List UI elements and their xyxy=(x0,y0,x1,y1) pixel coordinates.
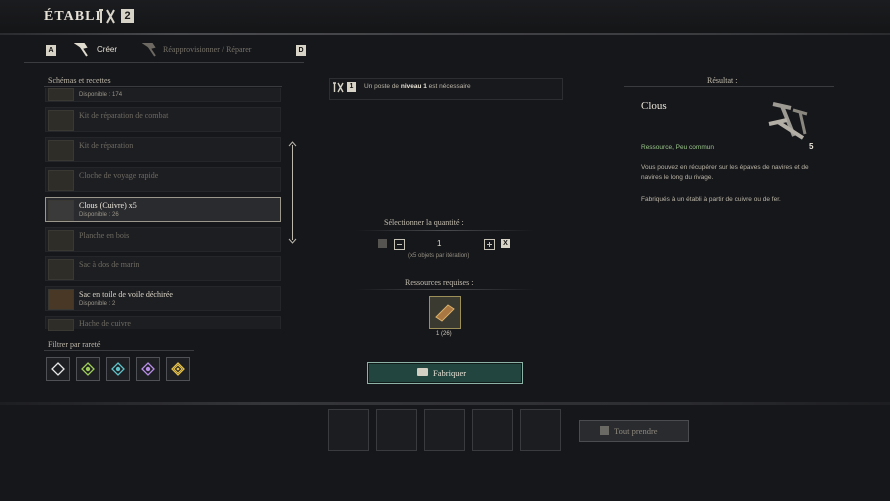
item-thumbnail xyxy=(48,140,74,161)
item-thumbnail xyxy=(48,230,74,251)
recipe-available: Disponible : 2 xyxy=(79,301,116,307)
recipe-name: Hache de cuivre xyxy=(79,319,131,328)
tab-repair[interactable]: Réapprovisionner / Réparer xyxy=(163,45,251,54)
schemas-divider xyxy=(44,86,282,87)
gem-icon xyxy=(171,362,185,376)
gem-icon xyxy=(81,362,95,376)
recipe-item[interactable]: Disponible : 174 xyxy=(45,88,281,102)
result-title: Résultat : xyxy=(707,76,738,85)
increase-button[interactable] xyxy=(484,239,495,250)
resource-count: 1 (26) xyxy=(436,331,452,337)
nails-icon xyxy=(768,102,808,140)
result-description: Vous pouvez en récupérer sur les épaves … xyxy=(641,164,809,181)
decrease-button[interactable] xyxy=(394,239,405,250)
tab-divider xyxy=(24,62,304,63)
recipe-name: Sac en toile de voile déchirée xyxy=(79,290,173,299)
quantity-note: (x5 objets par itération) xyxy=(408,253,470,259)
recipe-available: Disponible : 174 xyxy=(79,92,123,98)
decrease-key xyxy=(378,239,387,248)
recipe-name: Kit de réparation xyxy=(79,141,134,150)
recipe-name: Clous (Cuivre) x5 xyxy=(79,201,137,210)
scroll-arrows-icon xyxy=(288,141,297,244)
minus-icon xyxy=(397,244,402,245)
requirement-level-badge: 1 xyxy=(347,82,356,92)
recipe-item[interactable]: Hache de cuivre xyxy=(45,316,281,331)
recipe-item[interactable]: Cloche de voyage rapide xyxy=(45,167,281,192)
keyboard-key-icon xyxy=(417,368,428,376)
recipe-name: Sac à dos de marin xyxy=(79,260,140,269)
gem-icon xyxy=(111,362,125,376)
repair-hammer-icon xyxy=(142,43,156,57)
resources-title: Ressources requises : xyxy=(405,278,474,287)
resource-slot[interactable] xyxy=(429,296,461,329)
result-divider xyxy=(624,86,834,87)
rarity-filter-common[interactable] xyxy=(46,357,70,381)
output-slot[interactable] xyxy=(424,409,465,451)
take-all-label: Tout prendre xyxy=(614,426,658,436)
resources-divider xyxy=(356,289,534,290)
output-slot[interactable] xyxy=(376,409,417,451)
workbench-tools-icon xyxy=(333,82,344,93)
filter-divider xyxy=(44,350,194,351)
gem-icon xyxy=(141,362,155,376)
output-slot[interactable] xyxy=(472,409,513,451)
recipe-item[interactable]: Sac à dos de marin xyxy=(45,256,281,281)
plus-icon-vertical xyxy=(489,242,490,247)
copper-ingot-icon xyxy=(435,304,455,322)
take-all-key-icon xyxy=(600,426,609,435)
rarity-filter-epic[interactable] xyxy=(136,357,160,381)
requirement-text: Un poste de niveau 1 est nécessaire xyxy=(364,83,471,90)
recipe-available: Disponible : 26 xyxy=(79,212,119,218)
schemas-header: Schémas et recettes xyxy=(48,76,111,85)
diamond-icon xyxy=(51,362,65,376)
recipe-item[interactable]: Sac en toile de voile déchirée Disponibl… xyxy=(45,286,281,311)
quantity-divider xyxy=(356,230,534,231)
output-slot[interactable] xyxy=(520,409,561,451)
prev-tab-key[interactable]: A xyxy=(46,45,56,56)
workbench-level-badge: 2 xyxy=(121,9,134,23)
filter-header: Filtrer par rareté xyxy=(48,340,101,349)
header-divider xyxy=(0,33,890,35)
item-thumbnail xyxy=(48,170,74,191)
recipe-item[interactable]: Planche en bois xyxy=(45,227,281,252)
recipe-item[interactable]: Kit de réparation de combat xyxy=(45,107,281,132)
quantity-value[interactable]: 1 xyxy=(437,239,441,248)
item-thumbnail xyxy=(48,259,74,280)
craft-button-label: Fabriquer xyxy=(433,368,467,378)
workbench-tools-icon xyxy=(99,9,115,24)
increase-key: X xyxy=(501,239,510,248)
item-thumbnail xyxy=(48,110,74,131)
recipe-name: Planche en bois xyxy=(79,231,130,240)
result-item-type: Ressource, Peu commun xyxy=(641,144,714,151)
next-tab-key[interactable]: D xyxy=(296,45,306,56)
result-item-name: Clous xyxy=(641,100,667,112)
hammer-icon xyxy=(74,43,88,57)
recipe-name: Kit de réparation de combat xyxy=(79,111,169,120)
rarity-filter-legendary[interactable] xyxy=(166,357,190,381)
bag-thumbnail xyxy=(48,289,74,310)
result-quantity: 5 xyxy=(809,142,814,151)
tab-create[interactable]: Créer xyxy=(97,45,117,54)
quantity-title: Sélectionner la quantité : xyxy=(384,218,464,227)
rarity-filter-uncommon[interactable] xyxy=(76,357,100,381)
item-thumbnail xyxy=(48,319,74,331)
rarity-filter-rare[interactable] xyxy=(106,357,130,381)
recipe-item[interactable]: Kit de réparation xyxy=(45,137,281,162)
nails-thumbnail xyxy=(48,200,74,221)
recipe-item-selected[interactable]: Clous (Cuivre) x5 Disponible : 26 xyxy=(45,197,281,222)
bottom-divider xyxy=(0,402,890,405)
recipe-name: Cloche de voyage rapide xyxy=(79,171,159,180)
output-slot[interactable] xyxy=(328,409,369,451)
result-crafting-note: Fabriqués à un établi à partir de cuivre… xyxy=(641,196,781,203)
item-thumbnail xyxy=(48,88,74,101)
page-title: ÉTABLI xyxy=(44,9,102,24)
